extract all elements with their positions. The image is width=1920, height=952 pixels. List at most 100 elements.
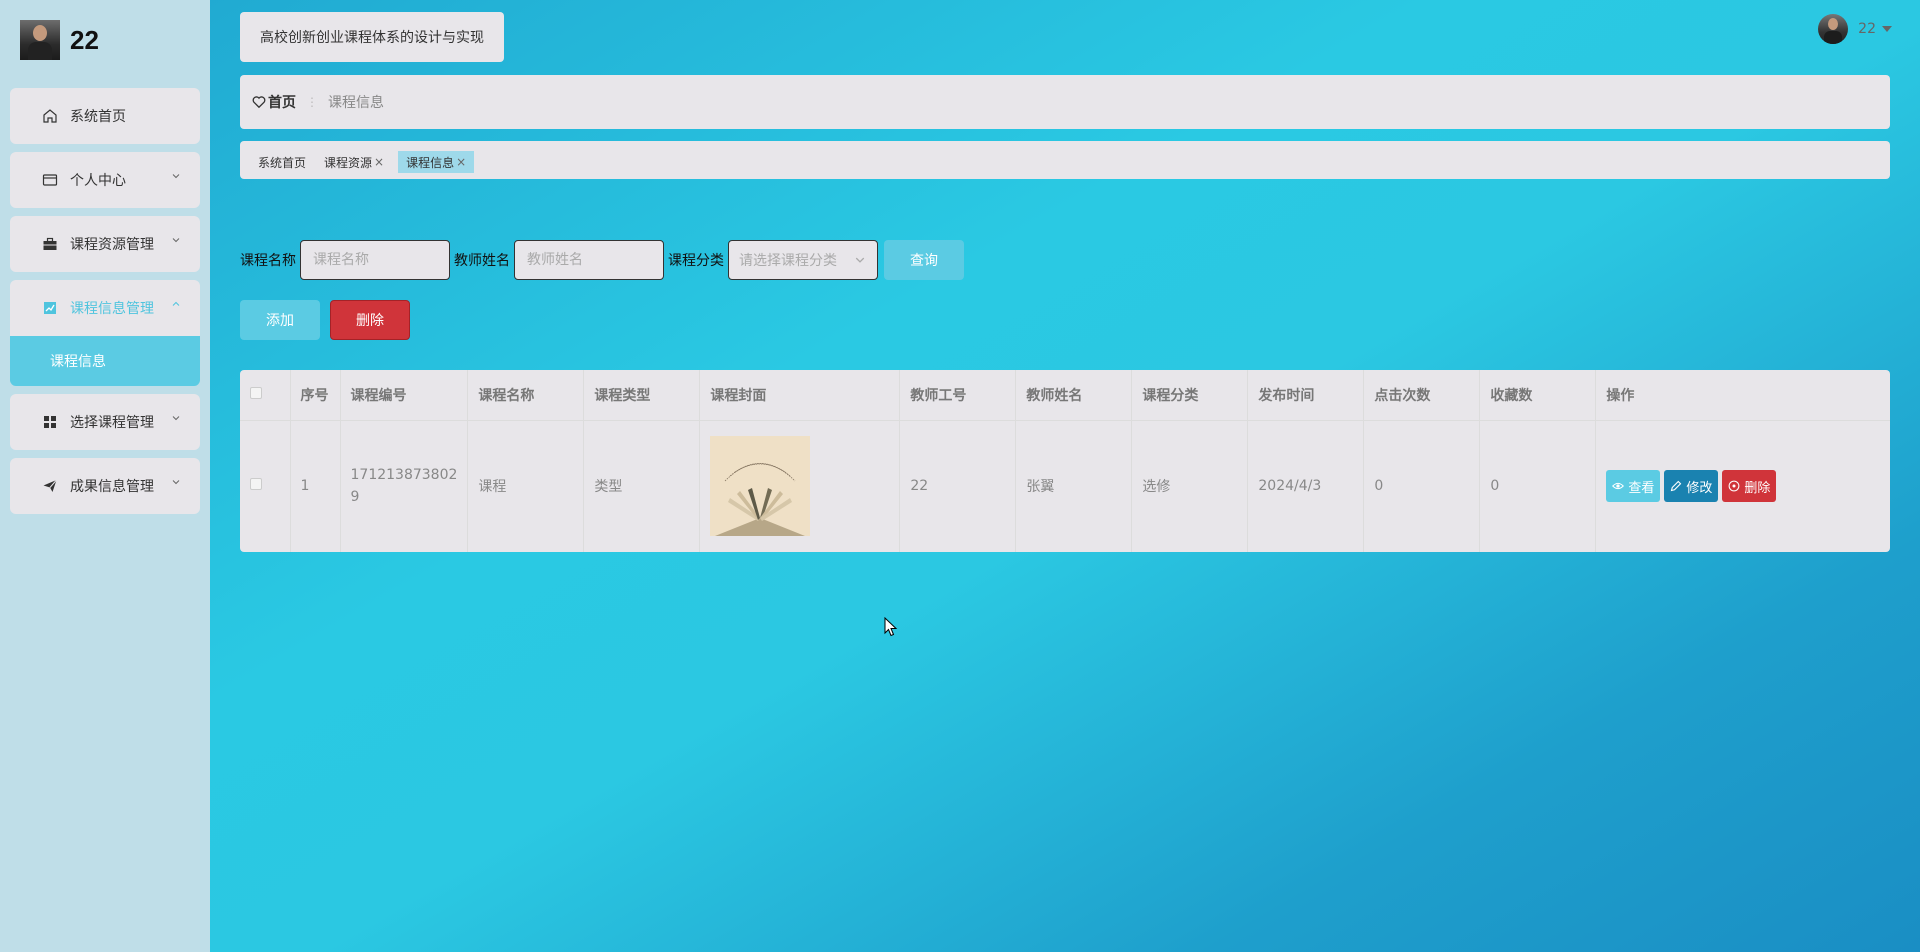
column-header: 教师工号 xyxy=(899,370,1017,420)
breadcrumb-home[interactable]: 首页 xyxy=(252,92,296,112)
cell-ops: 查看 修改 删除 xyxy=(1596,420,1890,552)
course-name-input[interactable] xyxy=(300,240,450,280)
tag-label: 课程资源 xyxy=(324,155,373,170)
user-menu[interactable]: 22 xyxy=(1818,14,1892,44)
edit-button[interactable]: 修改 xyxy=(1664,470,1719,503)
edit-button-label: 修改 xyxy=(1686,480,1713,496)
grid-icon xyxy=(42,414,58,430)
row-delete-button-label: 删除 xyxy=(1744,480,1771,496)
sidebar: 22 系统首页 个人中心 课程资源管理 课程信息管理 课程信息 选择课程管理 成… xyxy=(0,0,210,952)
tag-course-resources[interactable]: 课程资源 × xyxy=(324,151,384,173)
category-select[interactable]: 请选择课程分类 xyxy=(728,240,878,280)
eye-icon xyxy=(1612,483,1625,490)
cell-index: 1 xyxy=(290,420,341,552)
tag-label: 系统首页 xyxy=(258,155,307,170)
sidebar-subitem-label: 课程信息 xyxy=(50,354,106,370)
chevron-down-icon xyxy=(172,416,180,421)
row-checkbox[interactable] xyxy=(250,478,262,491)
sidebar-item-home[interactable]: 系统首页 xyxy=(10,88,200,144)
sidebar-item-label: 个人中心 xyxy=(70,173,126,189)
row-select-cell xyxy=(240,420,291,552)
cell-teacher-name: 张翼 xyxy=(1015,420,1133,552)
app-title: 高校创新创业课程体系的设计与实现 xyxy=(240,12,504,62)
column-header: 课程分类 xyxy=(1131,370,1249,420)
circle-close-icon xyxy=(1729,480,1740,492)
column-header: 教师姓名 xyxy=(1015,370,1133,420)
add-button[interactable]: 添加 xyxy=(240,300,320,340)
sidebar-item-label: 成果信息管理 xyxy=(70,479,154,495)
chevron-down-icon xyxy=(855,257,865,263)
cell-cover xyxy=(699,420,901,552)
category-label: 课程分类 xyxy=(668,253,724,269)
heart-icon xyxy=(252,96,266,109)
mouse-cursor-icon xyxy=(884,617,898,637)
tag-label: 课程信息 xyxy=(406,155,455,170)
sidebar-menu: 系统首页 个人中心 课程资源管理 课程信息管理 课程信息 选择课程管理 成果信息… xyxy=(10,88,200,522)
pencil-icon xyxy=(1671,480,1682,492)
column-header: 收藏数 xyxy=(1479,370,1597,420)
data-table: 序号 课程编号 课程名称 课程类型 课程封面 教师工号 教师姓名 课程分类 发布… xyxy=(240,370,1890,552)
breadcrumb: 首页 ⋮ 课程信息 xyxy=(240,75,1890,129)
column-header: 操作 xyxy=(1606,387,1635,404)
sidebar-item-achievements[interactable]: 成果信息管理 xyxy=(10,458,200,514)
teacher-name-label: 教师姓名 xyxy=(454,253,510,269)
close-icon[interactable]: × xyxy=(456,155,466,169)
breadcrumb-current: 课程信息 xyxy=(328,95,384,111)
close-icon[interactable]: × xyxy=(374,155,384,169)
cell-category: 选修 xyxy=(1131,420,1249,552)
cell-code: 171213873802 9 xyxy=(340,420,469,552)
chevron-down-icon xyxy=(172,480,180,485)
cell-clicks: 0 xyxy=(1363,420,1481,552)
chevron-up-icon xyxy=(172,301,180,306)
cell-favorites: 0 xyxy=(1479,420,1597,552)
sidebar-item-label: 系统首页 xyxy=(70,109,126,125)
row-delete-button[interactable]: 删除 xyxy=(1722,470,1777,503)
chart-icon xyxy=(42,300,58,316)
breadcrumb-separator-icon: ⋮ xyxy=(306,95,318,109)
caret-down-icon xyxy=(1882,26,1892,32)
column-header: 发布时间 xyxy=(1247,370,1365,420)
column-header: 课程名称 xyxy=(467,370,585,420)
view-button-label: 查看 xyxy=(1628,480,1655,496)
sidebar-item-course-info[interactable]: 课程信息管理 xyxy=(10,280,200,336)
cell-type: 类型 xyxy=(583,420,701,552)
column-header: 课程封面 xyxy=(699,370,901,420)
course-name-label: 课程名称 xyxy=(240,253,296,269)
chevron-down-icon xyxy=(172,174,180,179)
brand-name: 22 xyxy=(70,24,99,55)
tags-bar: 系统首页 课程资源 × 课程信息 × xyxy=(240,141,1890,179)
view-button[interactable]: 查看 xyxy=(1606,470,1661,503)
sidebar-item-course-selection[interactable]: 选择课程管理 xyxy=(10,394,200,450)
avatar xyxy=(1818,14,1849,44)
id-card-icon xyxy=(42,172,58,188)
cell-code-line1: 171213873802 xyxy=(350,467,458,484)
sidebar-item-profile[interactable]: 个人中心 xyxy=(10,152,200,208)
select-all-checkbox[interactable] xyxy=(250,386,262,399)
chevron-down-icon xyxy=(172,238,180,243)
teacher-name-input[interactable] xyxy=(514,240,664,280)
course-cover-image xyxy=(710,436,811,537)
sidebar-subitem-course-info[interactable]: 课程信息 xyxy=(10,336,200,386)
breadcrumb-home-label: 首页 xyxy=(268,95,296,111)
column-header: 点击次数 xyxy=(1363,370,1481,420)
sidebar-item-course-resources[interactable]: 课程资源管理 xyxy=(10,216,200,272)
briefcase-icon xyxy=(42,236,58,252)
select-all-cell xyxy=(240,370,291,420)
search-bar: 课程名称 教师姓名 课程分类 请选择课程分类 查询 xyxy=(240,240,964,280)
cell-name: 课程 xyxy=(467,420,585,552)
tag-course-info[interactable]: 课程信息 × xyxy=(398,151,475,173)
brand-avatar xyxy=(20,20,60,60)
cell-code-line2: 9 xyxy=(350,489,360,506)
table-row: 1 171213873802 9 课程 类型 22 张翼 选修 2024/4/3… xyxy=(240,420,1890,552)
user-name: 22 xyxy=(1858,21,1876,37)
table-header-row: 序号 课程编号 课程名称 课程类型 课程封面 教师工号 教师姓名 课程分类 发布… xyxy=(240,370,1890,420)
cell-publish-time: 2024/4/3 xyxy=(1247,420,1365,552)
delete-button[interactable]: 删除 xyxy=(330,300,410,340)
row-actions: 查看 修改 删除 xyxy=(1606,470,1880,503)
query-button[interactable]: 查询 xyxy=(884,240,964,280)
column-header: 课程编号 xyxy=(340,370,469,420)
home-icon xyxy=(42,108,58,124)
sidebar-item-label: 课程信息管理 xyxy=(70,301,154,317)
tag-home[interactable]: 系统首页 xyxy=(258,151,306,173)
brand: 22 xyxy=(20,20,99,60)
